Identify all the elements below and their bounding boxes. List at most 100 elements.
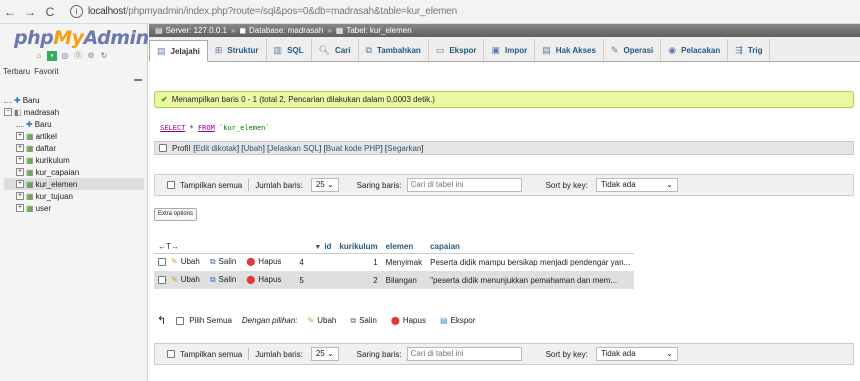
tree-item-label[interactable]: kur_capaian — [36, 168, 80, 177]
copy-button[interactable]: ⧉ Salin — [210, 257, 237, 266]
check-all-label[interactable]: Pilih Semua — [189, 316, 232, 325]
tree-item-label[interactable]: kurikulum — [36, 156, 70, 165]
expand-icon[interactable]: + — [16, 168, 24, 176]
tab-hak-akses[interactable]: ▤ Hak Akses — [535, 39, 604, 61]
tree-item-label[interactable]: Baru — [23, 96, 40, 105]
tab-impor[interactable]: ▣ Impor — [484, 39, 536, 61]
cell-elemen[interactable]: Menyimak — [382, 253, 426, 271]
home-icon[interactable]: ⌂ — [34, 51, 44, 61]
cell-id[interactable]: 4 — [295, 253, 335, 271]
tab-jelajahi[interactable]: ▤ Jelajahi — [149, 40, 208, 62]
tree-item-label[interactable]: user — [36, 204, 52, 213]
tree-item-label[interactable]: kur_elemen — [36, 180, 78, 189]
recent-tab[interactable]: Terbaru — [3, 67, 30, 76]
cell-id[interactable]: 5 — [295, 271, 335, 289]
phpmyadmin-logo[interactable]: phpMyAdmin — [14, 27, 149, 49]
extra-options-button[interactable]: Extra options — [154, 208, 198, 221]
tree-item-kur-tujuan[interactable]: + ▦ kur_tujuan — [4, 190, 144, 202]
bulk-export-button[interactable]: ▤ Ekspor — [440, 316, 475, 325]
profil-checkbox[interactable] — [159, 144, 167, 152]
edit-inline-link[interactable]: Edit dikotak — [195, 144, 236, 153]
back-icon[interactable]: ← — [0, 5, 20, 19]
delete-button[interactable]: ⬤ Hapus — [246, 257, 281, 266]
rows-select[interactable]: 25 ⌄ — [310, 178, 339, 192]
column-nav-arrows[interactable]: ←T→ — [154, 240, 295, 253]
create-php-link[interactable]: Buat kode PHP — [326, 144, 381, 153]
sql-query[interactable]: SELECT * FROM `kur_elemen` — [160, 124, 270, 132]
logout-icon[interactable]: ▪ — [47, 51, 57, 61]
show-all-checkbox[interactable] — [167, 350, 175, 358]
bulk-edit-button[interactable]: ✎ Ubah — [308, 316, 337, 325]
sql-query-icon[interactable]: ◎ — [60, 51, 70, 61]
cell-elemen[interactable]: Bilangan — [382, 271, 426, 289]
column-header-elemen[interactable]: elemen — [382, 240, 426, 253]
tree-item-label[interactable]: artikel — [36, 132, 57, 141]
collapse-icon[interactable]: − — [4, 108, 12, 116]
tab-operasi[interactable]: ✎ Operasi — [604, 39, 662, 61]
tab-trig[interactable]: ⇶ Trig — [728, 39, 771, 61]
delete-button[interactable]: ⬤ Hapus — [246, 275, 281, 284]
copy-button[interactable]: ⧉ Salin — [210, 275, 237, 284]
breadcrumb-server[interactable]: Server: 127.0.0.1 — [166, 26, 227, 35]
tree-item-label[interactable]: Baru — [35, 120, 52, 129]
expand-icon[interactable]: + — [16, 180, 24, 188]
favorite-tab[interactable]: Favorit — [34, 67, 58, 76]
cell-kurikulum[interactable]: 2 — [335, 271, 381, 289]
docs-icon[interactable]: ⓪ — [73, 51, 83, 61]
cell-capaian[interactable]: "peserta didik menunjukkan pemahaman dan… — [426, 271, 634, 289]
tree-item-madrasah[interactable]: − ◧ madrasah — [4, 106, 144, 118]
tab-ekspor[interactable]: ▭ Ekspor — [429, 39, 485, 61]
rows-select[interactable]: 25 ⌄ — [310, 347, 339, 361]
collapse-all-icon[interactable] — [134, 79, 142, 81]
breadcrumb-database[interactable]: Database: madrasah — [249, 26, 323, 35]
tree-item-label[interactable]: madrasah — [24, 108, 60, 117]
reload-icon[interactable]: C — [40, 5, 60, 19]
tab-sql[interactable]: ▥ SQL — [267, 39, 312, 61]
edit-button[interactable]: ✎ Ubah — [171, 257, 200, 266]
tree-item-baru[interactable]: ✚ Baru — [4, 118, 144, 130]
bulk-copy-button[interactable]: ⧉ Salin — [350, 316, 377, 326]
tree-item-kur-capaian[interactable]: + ▦ kur_capaian — [4, 166, 144, 178]
cell-capaian[interactable]: Peserta didik mampu bersikap menjadi pen… — [426, 253, 634, 271]
filter-input[interactable]: Cari di tabel ini — [406, 178, 522, 192]
expand-icon[interactable]: + — [16, 144, 24, 152]
sort-select[interactable]: Tidak ada ⌄ — [595, 347, 678, 361]
edit-button[interactable]: ✎ Ubah — [171, 275, 200, 284]
refresh-link[interactable]: Segarkan — [387, 144, 421, 153]
sort-select[interactable]: Tidak ada ⌄ — [595, 178, 678, 192]
tab-pelacakan[interactable]: ◉ Pelacakan — [661, 39, 729, 61]
filter-input[interactable]: Cari di tabel ini — [406, 347, 522, 361]
tree-item-user[interactable]: + ▦ user — [4, 202, 144, 214]
tree-item-artikel[interactable]: + ▦ artikel — [4, 130, 144, 142]
tree-item-label[interactable]: kur_tujuan — [36, 192, 73, 201]
cell-kurikulum[interactable]: 1 — [335, 253, 381, 271]
expand-icon[interactable]: + — [16, 132, 24, 140]
tab-cari[interactable]: 🔍︎ Cari — [312, 39, 359, 61]
column-header-kurikulum[interactable]: kurikulum — [335, 240, 381, 253]
column-header-capaian[interactable]: capaian — [426, 240, 634, 253]
explain-sql-link[interactable]: Jelaskan SQL — [269, 144, 319, 153]
tab-struktur[interactable]: ⊞ Struktur — [208, 39, 267, 61]
edit-link[interactable]: Ubah — [244, 144, 263, 153]
tree-item-kurikulum[interactable]: + ▦ kurikulum — [4, 154, 144, 166]
column-header-id[interactable]: ▼ id — [295, 240, 335, 253]
reload-nav-icon[interactable]: ↻ — [99, 51, 109, 61]
site-info-icon[interactable]: i — [70, 5, 83, 18]
forward-icon[interactable]: → — [20, 5, 40, 19]
tree-item-daftar[interactable]: + ▦ daftar — [4, 142, 144, 154]
show-all-checkbox[interactable] — [167, 181, 175, 189]
breadcrumb-table[interactable]: Tabel: kur_elemen — [346, 26, 411, 35]
check-all-checkbox[interactable] — [176, 316, 185, 325]
tree-item-label[interactable]: daftar — [36, 144, 56, 153]
settings-icon[interactable]: ⚙ — [86, 51, 96, 61]
expand-icon[interactable]: + — [16, 156, 24, 164]
expand-icon[interactable]: + — [16, 192, 24, 200]
expand-icon[interactable]: + — [16, 204, 24, 212]
row-checkbox[interactable] — [158, 275, 166, 284]
tree-item-kur-elemen[interactable]: + ▦ kur_elemen — [4, 178, 144, 190]
row-checkbox[interactable] — [158, 258, 166, 267]
tree-item-baru[interactable]: ✚ Baru — [4, 94, 144, 106]
bulk-delete-button[interactable]: ⬤ Hapus — [391, 316, 426, 325]
tab-tambahkan[interactable]: ⧉ Tambahkan — [359, 39, 429, 61]
address-bar[interactable]: i localhost/phpmyadmin/index.php?route=/… — [70, 5, 457, 18]
